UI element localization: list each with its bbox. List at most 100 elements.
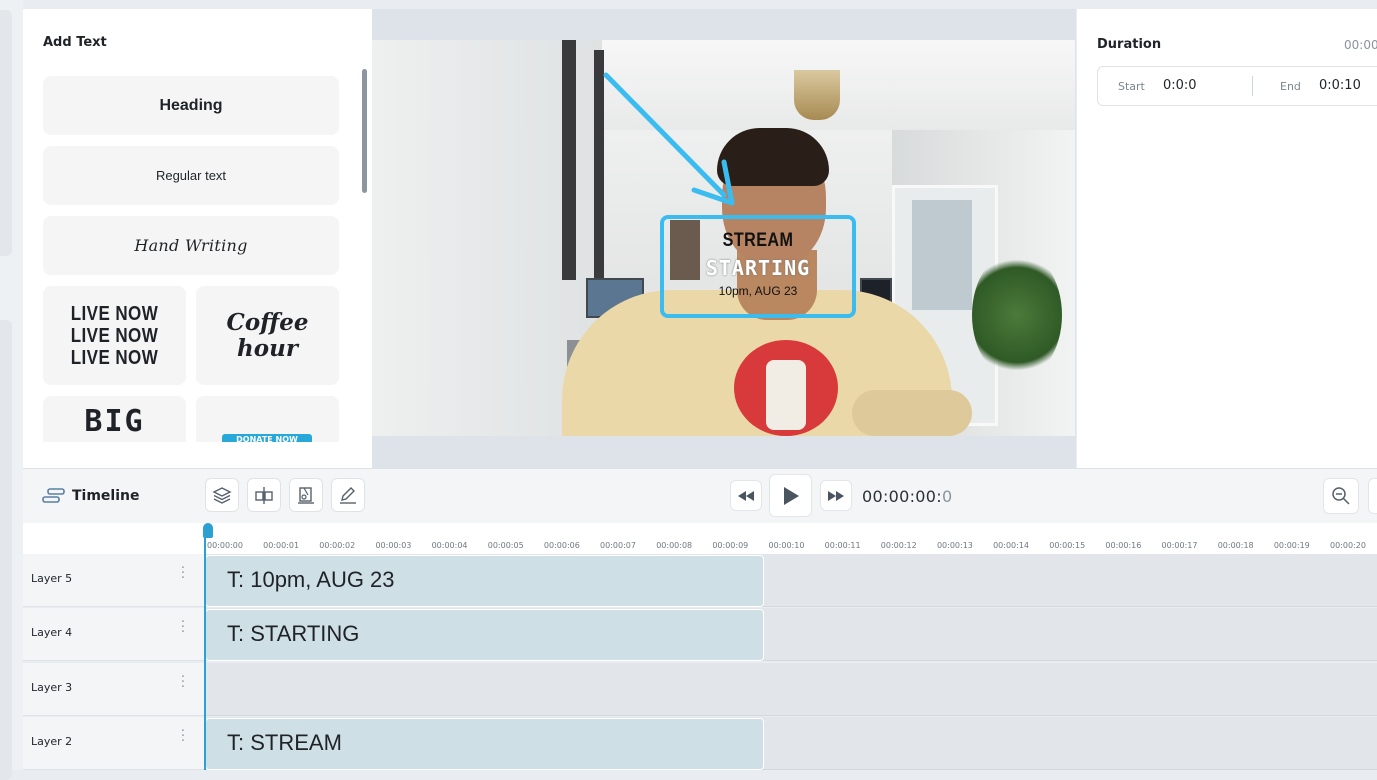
preset-live-line: LIVE NOW: [70, 324, 159, 347]
timeline-ruler[interactable]: [23, 523, 1377, 555]
layer-track[interactable]: [205, 663, 1377, 716]
end-field[interactable]: 0:0:10: [1319, 78, 1361, 93]
rewind-icon: [738, 490, 754, 501]
clip-label: T: STARTING: [227, 621, 360, 646]
split-button[interactable]: [247, 478, 281, 512]
overlay-line-stream[interactable]: STREAM: [675, 230, 842, 252]
preset-handwriting-label: Hand Writing: [134, 236, 248, 255]
timecode-main: 00:00:00:: [862, 487, 942, 506]
preset-coffee-line: hour: [237, 334, 298, 362]
preset-donate[interactable]: DONATE NOW: [196, 396, 339, 442]
preset-coffee-hour[interactable]: Coffee hour: [196, 286, 339, 385]
divider: [1252, 76, 1253, 96]
zoom-out-button[interactable]: [1323, 478, 1359, 514]
timeline-label: Timeline: [72, 488, 140, 504]
preset-big[interactable]: BIG: [43, 396, 186, 442]
preset-live-now[interactable]: LIVE NOW LIVE NOW LIVE NOW: [43, 286, 186, 385]
fast-forward-icon: [828, 490, 844, 501]
text-clip[interactable]: T: 10pm, AUG 23: [205, 555, 764, 607]
duration-label: Duration: [1097, 37, 1162, 52]
ruler-tick-label: 00:00:04: [431, 541, 468, 550]
duration-box: Start 0:0:0 End 0:0:10: [1097, 66, 1377, 106]
fast-forward-button[interactable]: [820, 480, 852, 511]
play-button[interactable]: [769, 474, 812, 517]
rail-tab[interactable]: [0, 10, 12, 256]
text-clip[interactable]: T: STARTING: [205, 609, 764, 661]
cut-icon: [298, 487, 314, 504]
preset-handwriting[interactable]: Hand Writing: [43, 216, 339, 275]
ruler-tick-label: 00:00:12: [880, 541, 917, 550]
layer-header[interactable]: Layer 4 · · ·: [23, 608, 205, 661]
layer-header[interactable]: Layer 5 · · ·: [23, 554, 205, 607]
panel-title: Add Text: [43, 35, 107, 50]
edit-button[interactable]: [331, 478, 365, 512]
layer-menu-icon[interactable]: · · ·: [180, 725, 186, 748]
layers-button[interactable]: [205, 478, 239, 512]
ruler-tick-label: 00:00:09: [712, 541, 749, 550]
ruler-tick-label: 00:00:18: [1217, 541, 1254, 550]
ruler-tick-label: 00:00:15: [1049, 541, 1086, 550]
ruler-tick-label: 00:00:02: [319, 541, 356, 550]
timeline-icon: [42, 488, 65, 503]
preset-donate-label: DONATE NOW: [222, 434, 312, 442]
cut-button[interactable]: [289, 478, 323, 512]
edit-icon: [340, 487, 356, 504]
layer-menu-icon[interactable]: · · ·: [180, 562, 186, 585]
preset-regular-text[interactable]: Regular text: [43, 146, 339, 205]
ruler-tick-label: 00:00:05: [487, 541, 524, 550]
layer-name: Layer 3: [31, 681, 73, 694]
ruler-tick-label: 00:00:08: [656, 541, 693, 550]
ruler-tick-label: 00:00:10: [768, 541, 805, 550]
clip-label: T: 10pm, AUG 23: [227, 567, 395, 592]
layers-icon: [212, 487, 232, 504]
overlay-line-starting[interactable]: STARTING: [660, 256, 856, 280]
preset-big-label: BIG: [84, 403, 145, 439]
duration-total: 00:00: [1344, 38, 1377, 52]
rail-tab[interactable]: [0, 320, 12, 780]
split-icon: [255, 487, 273, 504]
playhead-handle[interactable]: [203, 523, 213, 538]
preset-heading-label: Heading: [159, 96, 223, 114]
start-field[interactable]: 0:0:0: [1163, 78, 1197, 93]
preset-live-line: LIVE NOW: [70, 346, 159, 369]
preset-live-line: LIVE NOW: [70, 302, 159, 325]
layer-name: Layer 4: [31, 626, 73, 639]
left-rail: [0, 0, 23, 780]
text-clip[interactable]: T: STREAM: [205, 718, 764, 770]
layer-header[interactable]: Layer 3 · · ·: [23, 663, 205, 716]
overlay-line-date[interactable]: 10pm, AUG 23: [660, 284, 856, 298]
playhead-line: [204, 530, 206, 770]
ruler-tick-label: 00:00:07: [600, 541, 636, 550]
clip-label: T: STREAM: [227, 730, 342, 755]
layer-name: Layer 5: [31, 572, 73, 585]
properties-panel: Duration 00:00 Start 0:0:0 End 0:0:10: [1077, 9, 1377, 468]
panel-scrollbar[interactable]: [362, 69, 367, 193]
ruler-tick-label: 00:00:06: [543, 541, 580, 550]
preset-heading[interactable]: Heading: [43, 76, 339, 135]
zoom-out-icon: [1332, 487, 1350, 505]
ruler-tick-label: 00:00:19: [1273, 541, 1310, 550]
rewind-button[interactable]: [730, 480, 762, 511]
zoom-in-button[interactable]: [1368, 478, 1377, 514]
start-label: Start: [1118, 80, 1145, 93]
layer-header[interactable]: Layer 2 · · ·: [23, 717, 205, 770]
ruler-tick-label: 00:00:14: [993, 541, 1030, 550]
timecode-frame: 0: [941, 487, 953, 506]
ruler-tick-label: 00:00:17: [1161, 541, 1198, 550]
ruler-tick-label: 00:00:20: [1330, 541, 1366, 550]
ruler-tick-label: 00:00:00: [207, 541, 243, 550]
preset-regular-label: Regular text: [155, 168, 227, 183]
ruler-tick-label: 00:00:11: [824, 541, 861, 550]
layer-name: Layer 2: [31, 735, 73, 748]
timecode: 00:00:00:0: [862, 487, 952, 506]
preset-coffee-line: Coffee: [226, 308, 309, 336]
top-strip: [1077, 0, 1377, 9]
layer-menu-icon[interactable]: · · ·: [180, 671, 186, 694]
play-icon: [783, 486, 799, 505]
ruler-tick-label: 00:00:03: [375, 541, 412, 550]
ruler-tick-label: 00:00:16: [1105, 541, 1142, 550]
end-label: End: [1280, 80, 1301, 93]
layer-menu-icon[interactable]: · · ·: [180, 616, 186, 639]
ruler-tick-label: 00:00:01: [263, 541, 300, 550]
ruler-tick-label: 00:00:13: [936, 541, 973, 550]
